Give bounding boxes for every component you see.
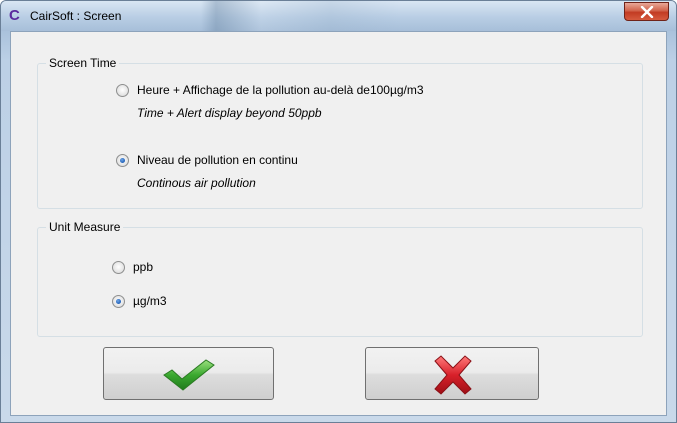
- cairsoft-app-icon: C: [9, 7, 20, 24]
- red-x-icon: [434, 355, 472, 395]
- radio-subtitle-time-alert: Time + Alert display beyond 50ppb: [137, 106, 322, 120]
- unit-measure-group: Unit Measure ppb µg/m3: [37, 220, 643, 337]
- close-button[interactable]: [624, 2, 669, 21]
- radio-option-continuous[interactable]: Niveau de pollution en continu: [116, 153, 298, 167]
- radio-button-ppb[interactable]: [112, 260, 125, 274]
- radio-button-continuous[interactable]: [116, 153, 129, 167]
- ok-button[interactable]: [103, 347, 274, 400]
- radio-button-ugm3[interactable]: [112, 294, 125, 308]
- dialog-window: C CairSoft : Screen Screen Time Heure + …: [0, 0, 677, 423]
- screen-time-group-label: Screen Time: [46, 56, 120, 70]
- radio-button-time-alert[interactable]: [116, 83, 129, 97]
- title-bar[interactable]: C CairSoft : Screen: [1, 1, 676, 31]
- radio-option-time-alert[interactable]: Heure + Affichage de la pollution au-del…: [116, 83, 424, 97]
- radio-option-ugm3[interactable]: µg/m3: [112, 294, 167, 308]
- dialog-client-area: Screen Time Heure + Affichage de la poll…: [10, 31, 667, 416]
- close-x-icon: [640, 6, 654, 18]
- radio-option-ppb[interactable]: ppb: [112, 260, 153, 274]
- cancel-button[interactable]: [365, 347, 539, 400]
- radio-label-continuous: Niveau de pollution en continu: [137, 153, 298, 167]
- window-title: CairSoft : Screen: [30, 9, 122, 23]
- radio-label-ugm3: µg/m3: [133, 294, 167, 308]
- radio-label-time-alert: Heure + Affichage de la pollution au-del…: [137, 83, 424, 97]
- radio-subtitle-continuous: Continous air pollution: [137, 176, 256, 190]
- green-checkmark-icon: [163, 359, 215, 391]
- unit-measure-group-label: Unit Measure: [46, 220, 124, 234]
- screen-time-group: Screen Time Heure + Affichage de la poll…: [37, 56, 643, 209]
- radio-label-ppb: ppb: [133, 260, 154, 274]
